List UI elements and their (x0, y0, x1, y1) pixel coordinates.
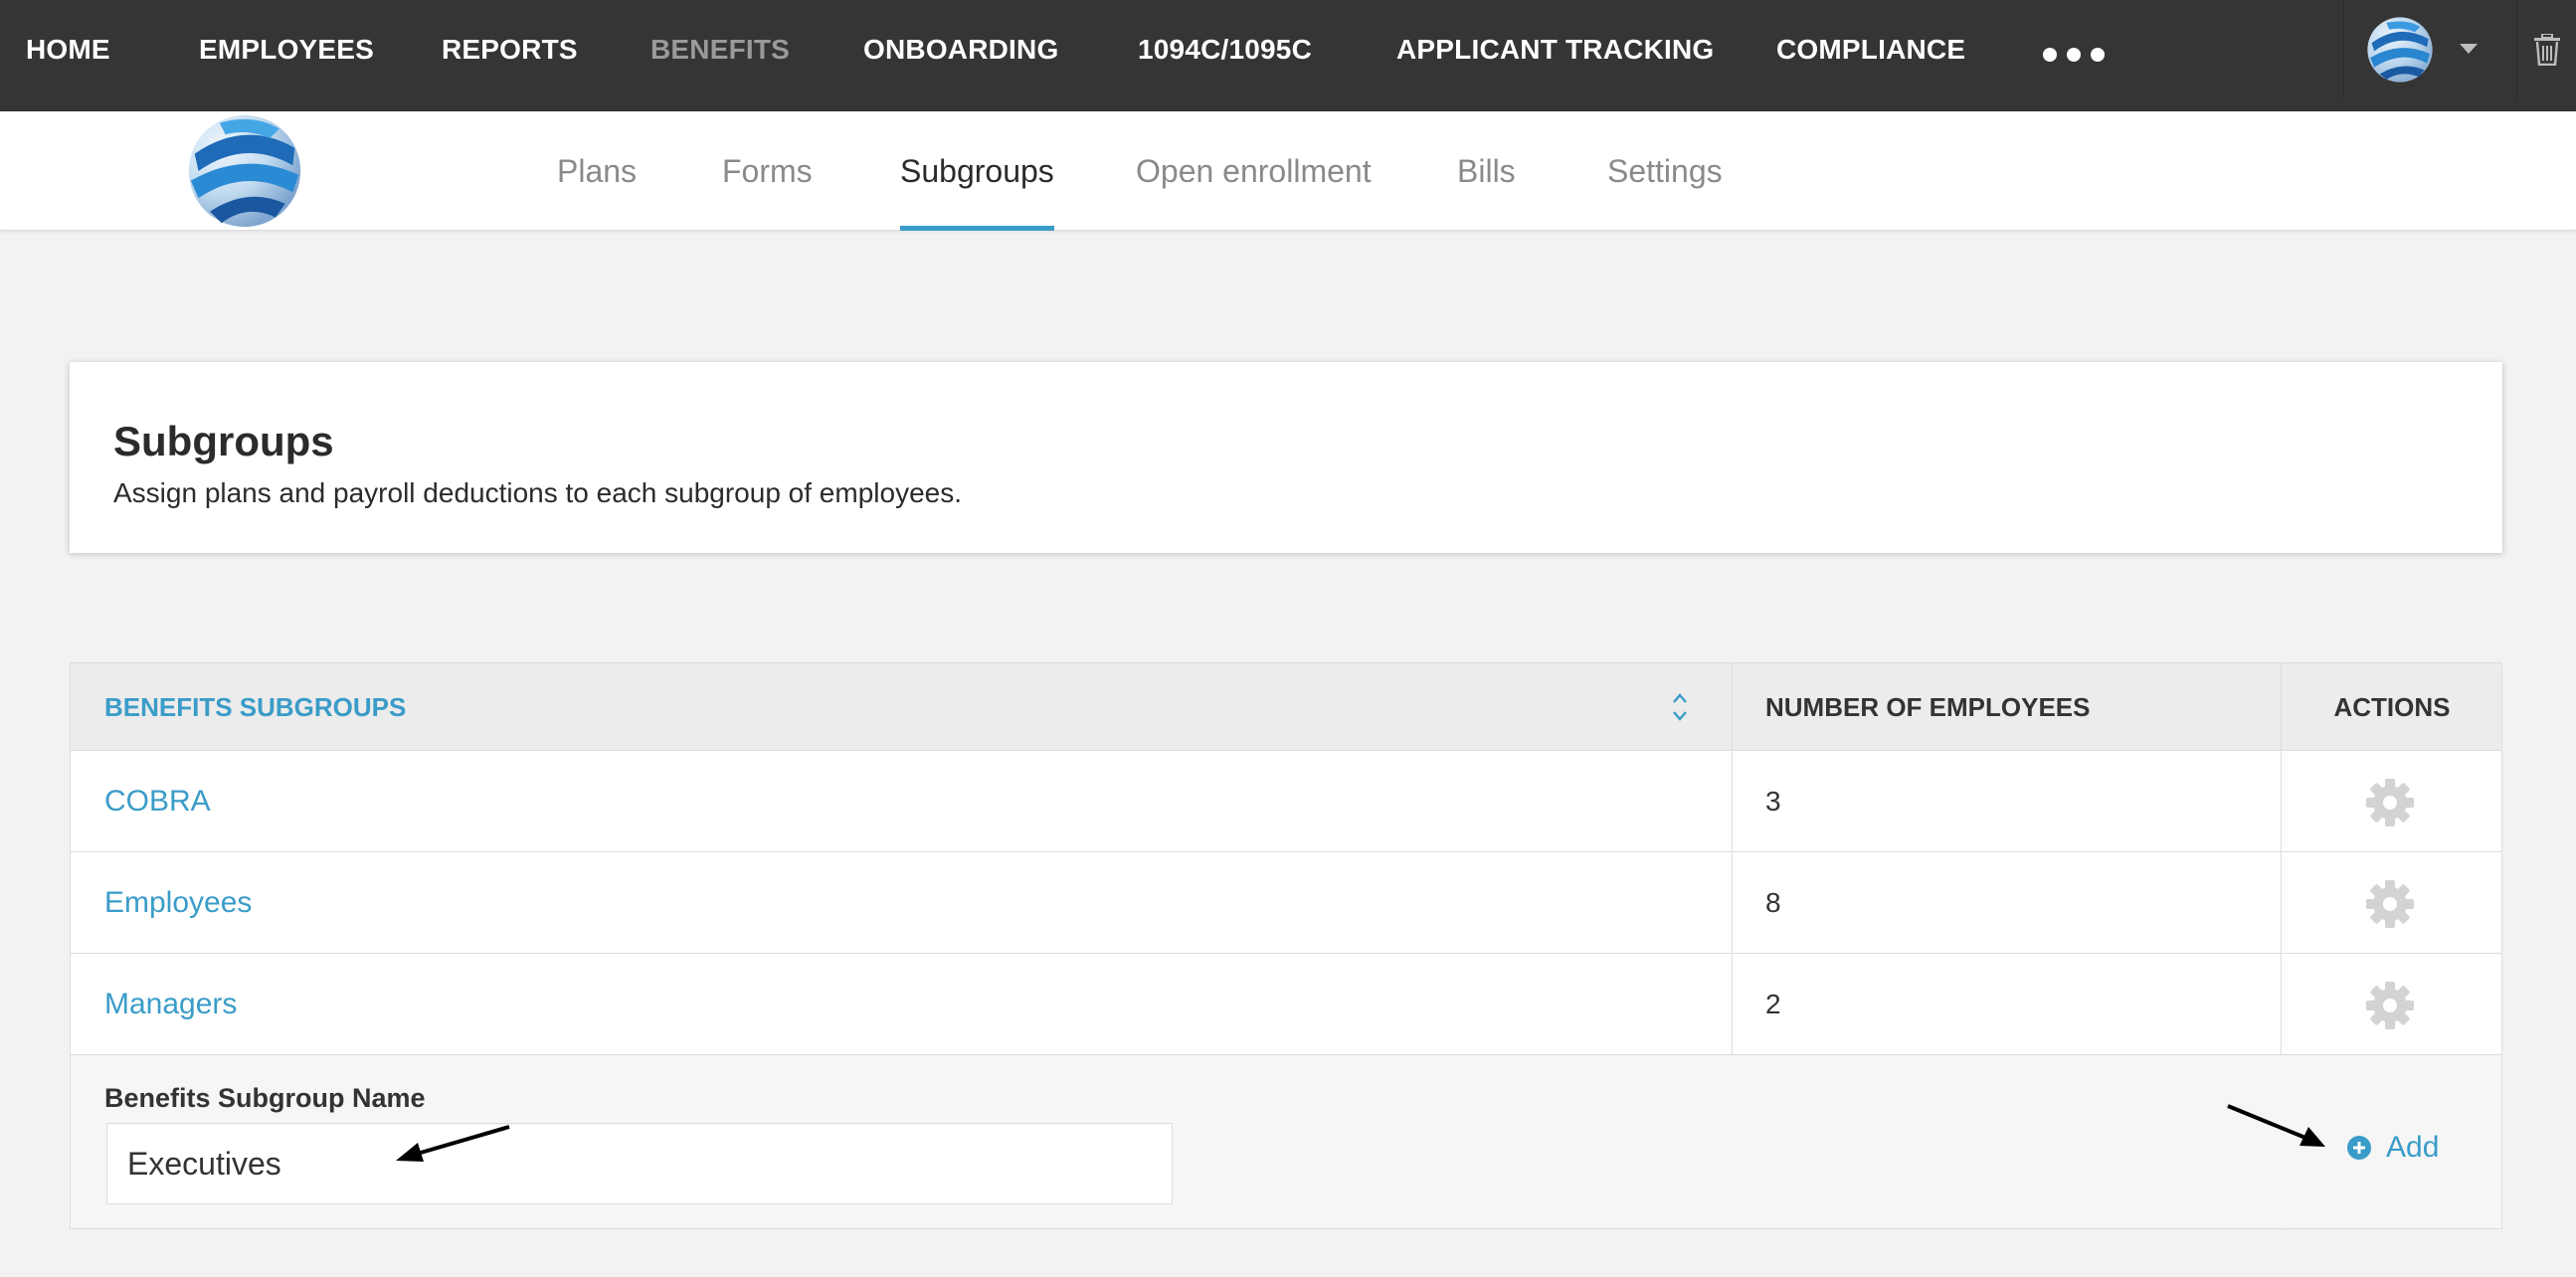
tab-subgroups[interactable]: Subgroups (900, 111, 1054, 231)
top-navigation-bar: HOME EMPLOYEES REPORTS BENEFITS ONBOARDI… (0, 0, 2576, 111)
subgroup-name-input[interactable] (106, 1123, 1173, 1204)
column-header-actions: ACTIONS (2333, 692, 2451, 722)
table-row: Employees 8 (71, 852, 2501, 954)
nav-1094c-1095c[interactable]: 1094C/1095C (1138, 0, 1312, 99)
nav-employees[interactable]: EMPLOYEES (199, 0, 374, 99)
company-globe-logo-icon (188, 114, 301, 228)
nav-compliance[interactable]: COMPLIANCE (1776, 0, 1965, 99)
trash-icon (2534, 34, 2560, 66)
nav-onboarding[interactable]: ONBOARDING (863, 0, 1058, 99)
add-subgroup-row: Benefits Subgroup Name Add (71, 1055, 2501, 1228)
add-button-label: Add (2386, 1131, 2440, 1164)
caret-down-icon (2460, 44, 2478, 54)
user-menu[interactable] (2343, 0, 2516, 99)
subgroup-link[interactable]: COBRA (104, 751, 211, 852)
tab-forms[interactable]: Forms (722, 111, 813, 231)
active-tab-underline (900, 226, 1054, 231)
column-header-number-of-employees: NUMBER OF EMPLOYEES (1765, 692, 2091, 722)
page-description: Assign plans and payroll deductions to e… (113, 477, 962, 508)
table-row: COBRA 3 (71, 751, 2501, 852)
tab-plans[interactable]: Plans (557, 111, 637, 231)
nav-benefits[interactable]: BENEFITS (650, 0, 790, 99)
gear-icon[interactable] (2364, 980, 2416, 1031)
subgroup-link[interactable]: Managers (104, 954, 237, 1055)
page-title: Subgroups (113, 418, 334, 464)
table-row: Managers 2 (71, 954, 2501, 1055)
table-header: BENEFITS SUBGROUPS NUMBER OF EMPLOYEES A… (71, 663, 2501, 751)
benefits-sub-navigation: Plans Forms Subgroups Open enrollment Bi… (0, 111, 2576, 231)
column-header-benefits-subgroups[interactable]: BENEFITS SUBGROUPS (104, 663, 406, 751)
tab-open-enrollment[interactable]: Open enrollment (1136, 111, 1372, 231)
subgroups-intro-card: Subgroups Assign plans and payroll deduc… (70, 362, 2502, 553)
nav-applicant-tracking[interactable]: APPLICANT TRACKING (1396, 0, 1714, 99)
trash-button[interactable] (2516, 0, 2576, 99)
more-menu-ellipsis-icon[interactable] (2039, 48, 2109, 62)
subgroup-link[interactable]: Employees (104, 852, 252, 954)
nav-reports[interactable]: REPORTS (442, 0, 578, 99)
nav-home[interactable]: HOME (26, 0, 110, 99)
tab-bills[interactable]: Bills (1457, 111, 1516, 231)
gear-icon[interactable] (2364, 777, 2416, 828)
sort-toggle-icon[interactable] (1670, 689, 1690, 725)
globe-logo-icon (2367, 17, 2433, 83)
employee-count: 2 (1765, 989, 1781, 1019)
plus-circle-icon (2347, 1136, 2371, 1160)
tab-settings[interactable]: Settings (1607, 111, 1723, 231)
subgroup-name-label: Benefits Subgroup Name (104, 1083, 426, 1113)
subgroups-table: BENEFITS SUBGROUPS NUMBER OF EMPLOYEES A… (70, 662, 2502, 1230)
gear-icon[interactable] (2364, 878, 2416, 930)
employee-count: 3 (1765, 786, 1781, 817)
tab-subgroups-label: Subgroups (900, 153, 1054, 189)
employee-count: 8 (1765, 887, 1781, 918)
